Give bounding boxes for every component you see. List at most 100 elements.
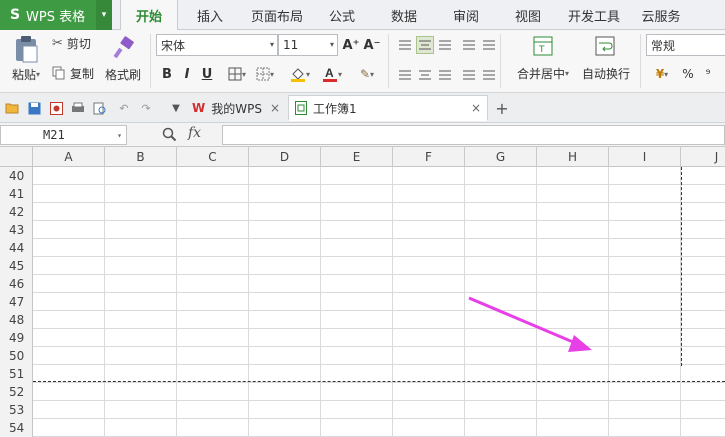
increase-indent-icon — [483, 40, 495, 50]
align-bottom-icon — [439, 40, 451, 50]
format-painter-icon[interactable] — [106, 34, 140, 62]
tab-my-wps[interactable]: W 我的WPS × — [186, 95, 286, 121]
align-middle-button[interactable] — [416, 36, 434, 54]
tab-view[interactable]: 视图 — [508, 0, 548, 30]
underline-button[interactable]: U — [198, 64, 216, 84]
bold-button[interactable]: B — [158, 64, 176, 84]
font-size-select[interactable]: 11 ▾ — [278, 34, 338, 56]
borders-button[interactable]: ▾ — [224, 64, 250, 84]
export-pdf-icon[interactable] — [48, 100, 64, 116]
align-top-button[interactable] — [396, 36, 414, 54]
app-menu-dropdown-icon[interactable]: ▾ — [96, 0, 112, 30]
annotation-arrow — [468, 296, 592, 352]
align-right-icon — [439, 70, 451, 80]
align-right-button[interactable] — [436, 66, 454, 84]
tab-page-layout[interactable]: 页面布局 — [244, 0, 310, 30]
chevron-down-icon: ▾ — [565, 68, 570, 78]
italic-button[interactable]: I — [178, 64, 196, 84]
paste-button[interactable] — [8, 34, 44, 64]
grow-font-button[interactable]: A⁺ — [342, 35, 360, 55]
wps-logo-icon: S — [9, 7, 21, 23]
app-title: WPS 表格 — [26, 9, 86, 25]
scissors-icon: ✂ — [52, 35, 63, 51]
comma-style-button[interactable]: ⁹ — [700, 64, 716, 84]
close-icon[interactable]: × — [471, 101, 481, 115]
increase-indent-button[interactable] — [480, 36, 498, 54]
chevron-down-icon: ▾ — [337, 69, 342, 79]
wps-w-icon: W — [192, 101, 206, 115]
document-tab-bar: ↶ ↷ ▼ W 我的WPS × 工作簿1 × + — [0, 93, 725, 123]
formula-bar: M21 ▾ fx — [0, 123, 725, 147]
borders-icon — [228, 67, 242, 81]
ribbon-separator — [150, 34, 151, 88]
menu-bar: S WPS 表格 ▾ 开始 插入 页面布局 公式 数据 审阅 视图 开发工具 云… — [0, 0, 725, 31]
merge-center-button[interactable]: 合并居中 ▾ — [510, 65, 576, 81]
close-icon[interactable]: × — [270, 101, 280, 115]
spreadsheet-grid[interactable]: ABCDEFGHIJ 40 41 42 43 44 45 46 47 48 49 50 51 52 53 5… — [0, 147, 725, 437]
wps-spreadsheet-window: S WPS 表格 ▾ 开始 插入 页面布局 公式 数据 审阅 视图 开发工具 云… — [0, 0, 725, 437]
currency-format-button[interactable]: ¥ ▾ — [648, 64, 676, 84]
justify-button[interactable] — [460, 66, 478, 84]
zoom-search-icon[interactable] — [162, 127, 178, 143]
align-left-icon — [399, 70, 411, 80]
chevron-down-icon: ▾ — [241, 69, 246, 79]
tab-data[interactable]: 数据 — [384, 0, 424, 30]
formula-input[interactable] — [222, 125, 725, 145]
quick-access-menu-icon[interactable]: ▼ — [168, 100, 184, 116]
save-icon[interactable] — [26, 100, 42, 116]
font-color-button[interactable]: A ▾ — [318, 64, 346, 84]
tab-formulas[interactable]: 公式 — [322, 0, 362, 30]
chevron-down-icon[interactable]: ▾ — [117, 131, 122, 140]
copy-icon — [52, 66, 65, 80]
decrease-indent-button[interactable] — [460, 36, 478, 54]
merge-center-icon[interactable]: T — [532, 34, 554, 58]
ribbon-toolbar: 粘贴 ▾ ✂ 剪切 复制 格式刷 宋体 ▾ 11 ▾ A⁺ A⁻ B I U ▾… — [0, 30, 725, 93]
font-name-select[interactable]: 宋体 ▾ — [156, 34, 278, 56]
function-icon[interactable]: fx — [188, 125, 201, 141]
tab-review[interactable]: 审阅 — [446, 0, 486, 30]
new-tab-button[interactable]: + — [494, 99, 510, 118]
paste-dropdown-icon: ▾ — [36, 69, 41, 79]
spreadsheet-file-icon — [295, 101, 307, 115]
app-menu-button[interactable]: S WPS 表格 ▾ — [0, 0, 112, 30]
undo-icon[interactable]: ↶ — [116, 100, 132, 116]
chevron-down-icon: ▾ — [269, 69, 274, 79]
print-icon[interactable] — [70, 100, 86, 116]
cut-button[interactable]: ✂ 剪切 — [52, 34, 98, 52]
fill-color-button[interactable]: ▾ — [286, 64, 314, 84]
wrap-text-icon[interactable] — [594, 34, 616, 58]
font-color-icon: A — [322, 66, 337, 82]
tab-developer[interactable]: 开发工具 — [565, 0, 623, 30]
tab-cloud-services[interactable]: 云服务 — [637, 0, 685, 30]
percent-button[interactable]: % — [680, 64, 696, 84]
wrap-text-button[interactable]: 自动换行 — [580, 65, 632, 81]
open-folder-icon[interactable] — [4, 100, 20, 116]
chevron-down-icon: ▾ — [370, 69, 375, 79]
name-box[interactable]: M21 ▾ — [0, 125, 127, 145]
format-painter-button[interactable]: 格式刷 — [102, 66, 144, 82]
paste-label[interactable]: 粘贴 ▾ — [6, 66, 46, 82]
redo-icon[interactable]: ↷ — [138, 100, 154, 116]
chevron-down-icon: ▾ — [664, 69, 669, 79]
decrease-indent-icon — [463, 40, 475, 50]
distributed-button[interactable] — [480, 66, 498, 84]
tab-workbook-1[interactable]: 工作簿1 × — [288, 95, 488, 121]
number-format-select[interactable]: 常规 — [646, 34, 725, 56]
cell-style-button[interactable]: ▾ — [252, 64, 278, 84]
align-left-button[interactable] — [396, 66, 414, 84]
tab-home[interactable]: 开始 — [120, 0, 178, 31]
svg-text:A: A — [325, 66, 334, 80]
ribbon-separator — [640, 34, 641, 88]
copy-button[interactable]: 复制 — [52, 64, 98, 82]
distributed-icon — [483, 70, 495, 80]
align-center-button[interactable] — [416, 66, 434, 84]
chevron-down-icon: ▾ — [329, 40, 334, 49]
align-bottom-button[interactable] — [436, 36, 454, 54]
svg-text:T: T — [538, 45, 545, 55]
print-preview-icon[interactable] — [92, 100, 108, 116]
tab-insert[interactable]: 插入 — [188, 0, 232, 30]
clear-format-button[interactable]: ✎ ▾ — [354, 64, 380, 84]
eraser-icon: ✎ — [359, 67, 371, 81]
clipboard-icon — [16, 36, 38, 63]
shrink-font-button[interactable]: A⁻ — [363, 35, 381, 55]
